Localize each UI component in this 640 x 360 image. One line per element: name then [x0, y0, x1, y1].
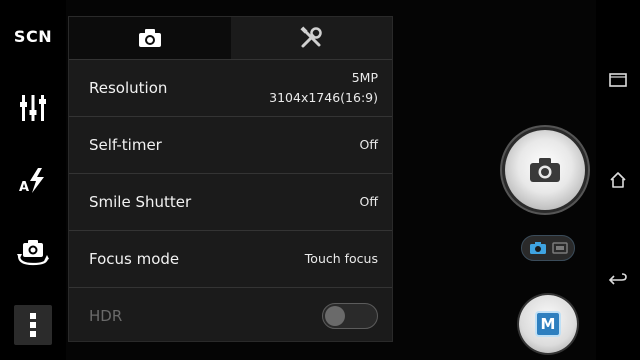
back-button[interactable]: [604, 266, 632, 294]
photo-video-mode-switch[interactable]: [521, 235, 575, 261]
auto-flash-button[interactable]: A: [10, 160, 56, 200]
tab-camera-settings[interactable]: [69, 17, 231, 59]
switch-camera-button[interactable]: [10, 232, 56, 272]
hdr-toggle: [322, 302, 378, 329]
more-options-icon: [30, 313, 36, 337]
switch-camera-icon: [17, 240, 49, 266]
setting-row-resolution[interactable]: Resolution 5MP 3104x1746(16:9): [69, 59, 392, 115]
svg-text:A: A: [19, 180, 29, 194]
shutter-button[interactable]: [505, 130, 585, 210]
back-icon: [608, 273, 627, 285]
settings-panel: Resolution 5MP 3104x1746(16:9) Self-time…: [68, 16, 393, 342]
recent-apps-button[interactable]: [604, 66, 632, 94]
setting-row-focus-mode[interactable]: Focus mode Touch focus: [69, 230, 392, 286]
scene-button[interactable]: SCN: [10, 16, 56, 56]
resolution-dimensions: 3104x1746(16:9): [269, 89, 378, 105]
manual-mode-button[interactable]: M: [519, 295, 577, 353]
setting-value: 5MP 3104x1746(16:9): [269, 68, 378, 108]
setting-label: HDR: [89, 306, 123, 325]
setting-value: Off: [359, 193, 378, 209]
manual-mode-label: M: [535, 311, 561, 337]
home-icon: [610, 172, 626, 188]
settings-sliders-icon[interactable]: [10, 88, 56, 128]
setting-label: Focus mode: [89, 249, 180, 268]
photo-mode-icon: [529, 242, 546, 254]
more-options-button[interactable]: [14, 305, 52, 345]
system-navigation-bar: [596, 0, 640, 360]
setting-row-smile-shutter[interactable]: Smile Shutter Off: [69, 173, 392, 229]
setting-label: Smile Shutter: [89, 192, 192, 211]
tools-icon: [300, 26, 322, 48]
auto-flash-icon: A: [19, 168, 44, 194]
tab-general-settings[interactable]: [230, 17, 392, 59]
home-button[interactable]: [604, 166, 632, 194]
settings-tabs: [69, 17, 392, 59]
camera-icon: [530, 158, 560, 182]
resolution-megapixels: 5MP: [351, 69, 378, 85]
camera-icon: [138, 29, 161, 47]
setting-row-self-timer[interactable]: Self-timer Off: [69, 116, 392, 172]
scene-label: SCN: [13, 26, 53, 46]
setting-row-hdr: HDR: [69, 287, 392, 343]
sliders-icon: [20, 95, 46, 121]
toggle-knob: [325, 305, 345, 326]
setting-label: Resolution: [89, 78, 168, 97]
left-control-rail: SCN A: [0, 0, 66, 360]
video-mode-icon: [551, 242, 568, 254]
setting-label: Self-timer: [89, 135, 162, 154]
recent-apps-icon: [609, 73, 627, 87]
setting-value: Off: [359, 136, 378, 152]
setting-value: Touch focus: [304, 250, 378, 266]
